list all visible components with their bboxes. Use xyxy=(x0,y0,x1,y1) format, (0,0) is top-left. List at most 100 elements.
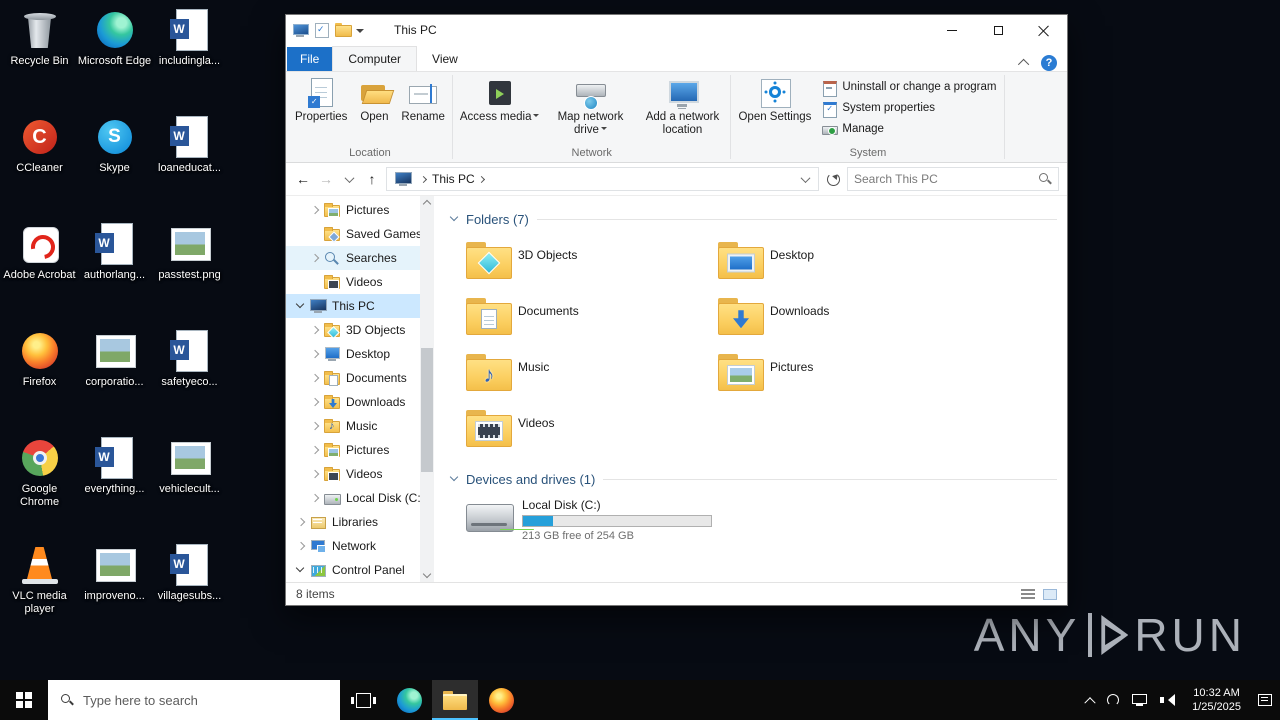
desktop-icon[interactable]: passtest.png xyxy=(152,218,227,325)
address-dropdown-icon[interactable] xyxy=(796,169,814,189)
desktop-icon[interactable]: authorlang... xyxy=(77,218,152,325)
tree-chevron-icon[interactable] xyxy=(294,539,308,553)
nav-item[interactable]: Music xyxy=(286,414,420,438)
breadcrumb-chevron-icon[interactable] xyxy=(419,175,428,183)
tree-chevron-icon[interactable] xyxy=(308,203,322,217)
network-icon[interactable] xyxy=(1132,694,1148,706)
ribbon-small-button[interactable]: Manage xyxy=(816,118,1002,139)
nav-item[interactable]: Downloads xyxy=(286,390,420,414)
tree-chevron-icon[interactable] xyxy=(308,491,322,505)
tree-chevron-icon[interactable] xyxy=(294,515,308,529)
desktop-icon[interactable]: safetyeco... xyxy=(152,325,227,432)
nav-item[interactable]: Searches xyxy=(286,246,420,270)
ribbon-button[interactable]: Open xyxy=(352,75,396,126)
breadcrumb[interactable]: This PC xyxy=(432,172,475,186)
scroll-up-icon[interactable] xyxy=(420,196,434,210)
desktop-icon[interactable]: Adobe Acrobat xyxy=(2,218,77,325)
qat-customize-icon[interactable] xyxy=(356,28,364,37)
folder-tile[interactable]: Music xyxy=(464,346,716,402)
tree-chevron-icon[interactable] xyxy=(308,251,322,265)
nav-item[interactable]: Desktop xyxy=(286,342,420,366)
back-button[interactable] xyxy=(294,169,312,189)
nav-item[interactable]: 3D Objects xyxy=(286,318,420,342)
desktop-icon[interactable]: Recycle Bin xyxy=(2,4,77,111)
close-button[interactable] xyxy=(1021,15,1067,45)
desktop-icon[interactable]: Skype xyxy=(77,111,152,218)
group-collapse-icon[interactable] xyxy=(448,212,462,226)
explorer-search-box[interactable] xyxy=(847,167,1059,191)
desktop-icon[interactable]: vehiclecult... xyxy=(152,432,227,539)
breadcrumb-chevron-icon[interactable] xyxy=(477,175,485,183)
taskbar-edge-button[interactable] xyxy=(386,680,432,720)
ribbon-button[interactable]: Rename xyxy=(396,75,449,126)
group-title[interactable]: Folders (7) xyxy=(466,212,529,227)
hidden-icons-icon[interactable] xyxy=(1084,697,1096,709)
up-button[interactable] xyxy=(363,169,381,189)
taskbar-explorer-button[interactable] xyxy=(432,680,478,720)
group-collapse-icon[interactable] xyxy=(448,472,462,486)
group-title[interactable]: Devices and drives (1) xyxy=(466,472,595,487)
ribbon-tab[interactable]: File xyxy=(287,47,333,71)
large-icons-view-icon[interactable] xyxy=(1043,588,1057,600)
desktop-icon[interactable]: VLC media player xyxy=(2,539,77,646)
folder-tile[interactable]: Documents xyxy=(464,290,716,346)
tree-chevron-icon[interactable] xyxy=(308,395,322,409)
ribbon-small-button[interactable]: Uninstall or change a program xyxy=(816,76,1002,97)
minimize-button[interactable] xyxy=(929,15,975,45)
ribbon-button[interactable]: Properties xyxy=(290,75,352,126)
taskbar-clock[interactable]: 10:32 AM 1/25/2025 xyxy=(1188,686,1245,714)
volume-icon[interactable] xyxy=(1160,694,1176,706)
nav-item[interactable]: Pictures xyxy=(286,198,420,222)
desktop-icon[interactable]: everything... xyxy=(77,432,152,539)
address-bar[interactable]: This PC xyxy=(386,167,819,191)
tree-chevron-icon[interactable] xyxy=(308,347,322,361)
update-icon[interactable] xyxy=(1107,694,1120,706)
nav-item[interactable]: Libraries xyxy=(286,510,420,534)
forward-button[interactable] xyxy=(317,169,335,189)
desktop-icon[interactable]: CCleaner xyxy=(2,111,77,218)
tree-chevron-icon[interactable] xyxy=(308,419,322,433)
scrollbar-thumb[interactable] xyxy=(421,348,433,472)
folder-tile[interactable]: Downloads xyxy=(716,290,968,346)
recent-locations-button[interactable] xyxy=(340,169,358,189)
ribbon-button[interactable]: Map network drive xyxy=(544,75,636,139)
details-view-icon[interactable] xyxy=(1021,588,1035,600)
help-icon[interactable] xyxy=(1041,55,1057,71)
task-view-button[interactable] xyxy=(340,680,386,720)
desktop-icon[interactable]: corporatio... xyxy=(77,325,152,432)
desktop-icon[interactable]: Firefox xyxy=(2,325,77,432)
ribbon-tab[interactable]: View xyxy=(417,47,473,71)
folder-tile[interactable]: 3D Objects xyxy=(464,234,716,290)
taskbar-firefox-button[interactable] xyxy=(478,680,524,720)
scroll-down-icon[interactable] xyxy=(420,568,434,582)
desktop-icon[interactable]: includingla... xyxy=(152,4,227,111)
nav-item[interactable]: Documents xyxy=(286,366,420,390)
open-settings-button[interactable]: Open Settings xyxy=(733,75,816,126)
nav-item[interactable]: Videos xyxy=(286,462,420,486)
desktop-icon[interactable]: improveno... xyxy=(77,539,152,646)
collapse-ribbon-icon[interactable] xyxy=(1017,58,1030,71)
tree-chevron-icon[interactable] xyxy=(308,371,322,385)
desktop-icon[interactable]: villagesubs... xyxy=(152,539,227,646)
ribbon-button[interactable]: Access media xyxy=(455,75,545,126)
ribbon-button[interactable]: Add a network location xyxy=(636,75,728,139)
taskbar-search-input[interactable] xyxy=(83,692,328,708)
nav-item[interactable]: Pictures xyxy=(286,438,420,462)
nav-item[interactable]: Network xyxy=(286,534,420,558)
qat-properties-icon[interactable] xyxy=(314,23,330,38)
desktop-icon[interactable]: Microsoft Edge xyxy=(77,4,152,111)
nav-item[interactable]: Saved Games xyxy=(286,222,420,246)
drive-tile[interactable]: Local Disk (C:) 213 GB free of 254 GB xyxy=(464,496,1057,542)
tree-chevron-icon[interactable] xyxy=(308,323,322,337)
folder-tile[interactable]: Desktop xyxy=(716,234,968,290)
refresh-button[interactable] xyxy=(824,169,842,189)
ribbon-tab[interactable]: Computer xyxy=(332,46,418,71)
desktop-icon[interactable]: loaneducat... xyxy=(152,111,227,218)
taskbar-search[interactable] xyxy=(48,680,340,720)
tree-chevron-icon[interactable] xyxy=(308,275,322,289)
action-center-icon[interactable] xyxy=(1258,694,1272,706)
tree-chevron-icon[interactable] xyxy=(308,227,322,241)
tree-chevron-icon[interactable] xyxy=(308,443,322,457)
qat-new-folder-icon[interactable] xyxy=(335,23,352,37)
tree-chevron-icon[interactable] xyxy=(308,467,322,481)
